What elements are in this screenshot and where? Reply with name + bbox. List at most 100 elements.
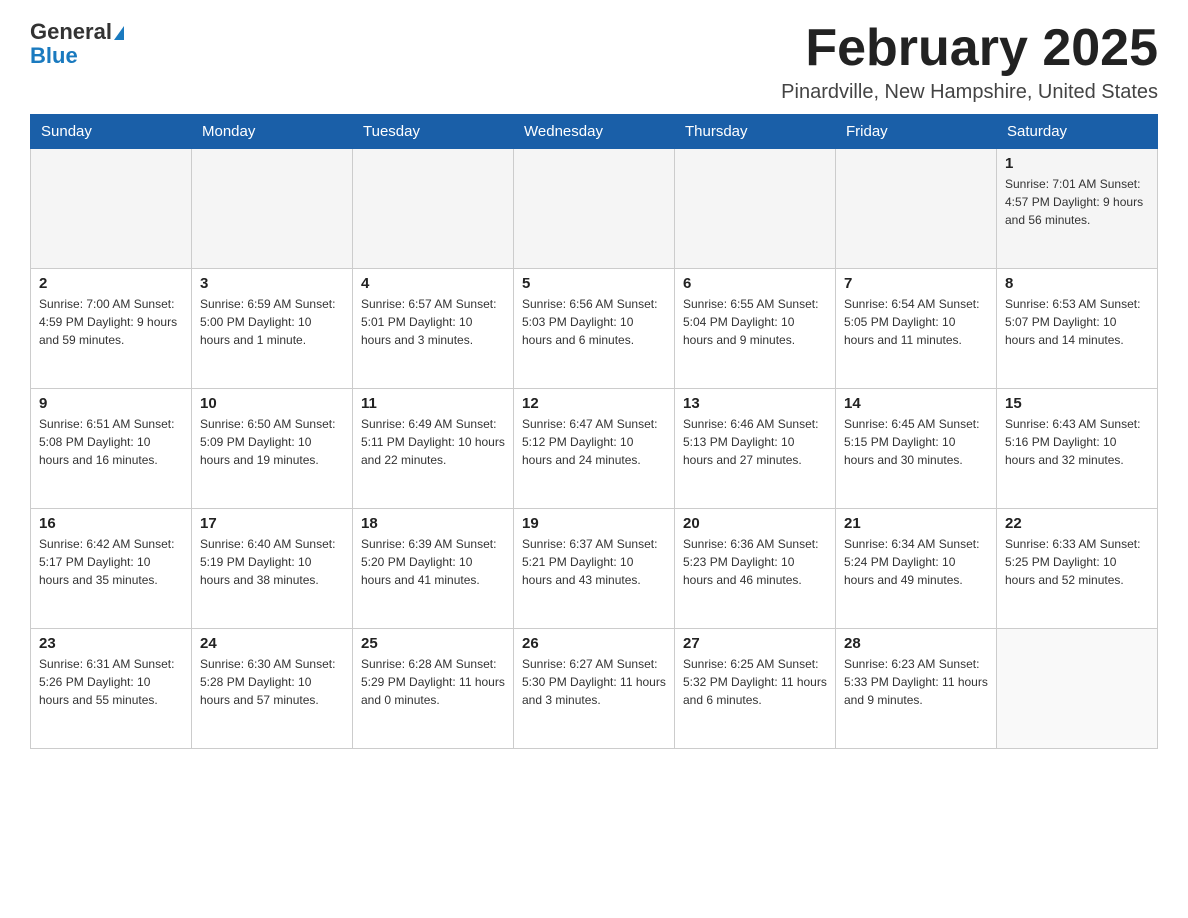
day-info: Sunrise: 6:23 AM Sunset: 5:33 PM Dayligh… (844, 655, 988, 709)
calendar-cell: 6 Sunrise: 6:55 AM Sunset: 5:04 PM Daylig… (675, 269, 836, 389)
calendar-cell: 5 Sunrise: 6:56 AM Sunset: 5:03 PM Daylig… (514, 269, 675, 389)
day-info: Sunrise: 6:42 AM Sunset: 5:17 PM Dayligh… (39, 535, 183, 589)
day-number: 7 (844, 275, 988, 292)
day-number: 21 (844, 515, 988, 532)
day-number: 6 (683, 275, 827, 292)
page-header: General Blue February 2025 Pinardville, … (30, 20, 1158, 104)
calendar-cell (836, 149, 997, 269)
day-number: 11 (361, 395, 505, 412)
day-info: Sunrise: 6:47 AM Sunset: 5:12 PM Dayligh… (522, 415, 666, 469)
day-info: Sunrise: 6:45 AM Sunset: 5:15 PM Dayligh… (844, 415, 988, 469)
calendar-cell: 18Sunrise: 6:39 AM Sunset: 5:20 PM Dayli… (353, 509, 514, 629)
day-info: Sunrise: 6:34 AM Sunset: 5:24 PM Dayligh… (844, 535, 988, 589)
calendar-cell: 20 Sunrise: 6:36 AM Sunset: 5:23 PM Dayli… (675, 509, 836, 629)
day-number: 12 (522, 395, 666, 412)
calendar-header-wednesday: Wednesday (514, 115, 675, 149)
day-info: Sunrise: 7:01 AM Sunset: 4:57 PM Dayligh… (1005, 175, 1149, 229)
day-info: Sunrise: 6:54 AM Sunset: 5:05 PM Dayligh… (844, 295, 988, 349)
day-number: 22 (1005, 515, 1149, 532)
day-info: Sunrise: 6:43 AM Sunset: 5:16 PM Dayligh… (1005, 415, 1149, 469)
day-number: 20 (683, 515, 827, 532)
month-title: February 2025 (781, 20, 1158, 77)
calendar-cell: 2Sunrise: 7:00 AM Sunset: 4:59 PM Daylig… (31, 269, 192, 389)
calendar-cell: 12 Sunrise: 6:47 AM Sunset: 5:12 PM Dayli… (514, 389, 675, 509)
day-number: 23 (39, 635, 183, 652)
calendar-cell (514, 149, 675, 269)
day-info: Sunrise: 6:56 AM Sunset: 5:03 PM Dayligh… (522, 295, 666, 349)
logo-triangle-icon (114, 26, 124, 40)
calendar-cell (353, 149, 514, 269)
day-number: 15 (1005, 395, 1149, 412)
day-number: 14 (844, 395, 988, 412)
logo-blue-text: Blue (30, 44, 124, 68)
day-number: 28 (844, 635, 988, 652)
title-block: February 2025 Pinardville, New Hampshire… (781, 20, 1158, 104)
day-number: 24 (200, 635, 344, 652)
calendar-header-row: SundayMondayTuesdayWednesdayThursdayFrid… (31, 115, 1158, 149)
calendar-cell: 9 Sunrise: 6:51 AM Sunset: 5:08 PM Daylig… (31, 389, 192, 509)
calendar-cell: 11Sunrise: 6:49 AM Sunset: 5:11 PM Dayli… (353, 389, 514, 509)
calendar-cell: 24 Sunrise: 6:30 AM Sunset: 5:28 PM Dayli… (192, 629, 353, 749)
day-number: 4 (361, 275, 505, 292)
day-number: 8 (1005, 275, 1149, 292)
day-number: 26 (522, 635, 666, 652)
calendar-cell: 26 Sunrise: 6:27 AM Sunset: 5:30 PM Dayli… (514, 629, 675, 749)
calendar-cell: 25 Sunrise: 6:28 AM Sunset: 5:29 PM Dayli… (353, 629, 514, 749)
day-number: 27 (683, 635, 827, 652)
day-info: Sunrise: 6:50 AM Sunset: 5:09 PM Dayligh… (200, 415, 344, 469)
calendar-cell: 19Sunrise: 6:37 AM Sunset: 5:21 PM Dayli… (514, 509, 675, 629)
calendar-cell: 15 Sunrise: 6:43 AM Sunset: 5:16 PM Dayli… (997, 389, 1158, 509)
day-number: 17 (200, 515, 344, 532)
calendar-header-thursday: Thursday (675, 115, 836, 149)
calendar-cell: 14 Sunrise: 6:45 AM Sunset: 5:15 PM Dayli… (836, 389, 997, 509)
day-info: Sunrise: 6:59 AM Sunset: 5:00 PM Dayligh… (200, 295, 344, 349)
day-info: Sunrise: 6:51 AM Sunset: 5:08 PM Dayligh… (39, 415, 183, 469)
day-number: 16 (39, 515, 183, 532)
calendar-header-tuesday: Tuesday (353, 115, 514, 149)
calendar-cell: 8 Sunrise: 6:53 AM Sunset: 5:07 PM Daylig… (997, 269, 1158, 389)
calendar-cell: 27 Sunrise: 6:25 AM Sunset: 5:32 PM Dayli… (675, 629, 836, 749)
calendar-week-row: 1 Sunrise: 7:01 AM Sunset: 4:57 PM Daylig… (31, 149, 1158, 269)
calendar-cell: 1 Sunrise: 7:01 AM Sunset: 4:57 PM Daylig… (997, 149, 1158, 269)
calendar-week-row: 16 Sunrise: 6:42 AM Sunset: 5:17 PM Dayli… (31, 509, 1158, 629)
calendar-cell: 22 Sunrise: 6:33 AM Sunset: 5:25 PM Dayli… (997, 509, 1158, 629)
day-number: 13 (683, 395, 827, 412)
day-info: Sunrise: 6:37 AM Sunset: 5:21 PM Dayligh… (522, 535, 666, 589)
calendar-week-row: 9 Sunrise: 6:51 AM Sunset: 5:08 PM Daylig… (31, 389, 1158, 509)
day-info: Sunrise: 6:53 AM Sunset: 5:07 PM Dayligh… (1005, 295, 1149, 349)
day-number: 10 (200, 395, 344, 412)
day-info: Sunrise: 6:39 AM Sunset: 5:20 PM Dayligh… (361, 535, 505, 589)
calendar-cell: 28 Sunrise: 6:23 AM Sunset: 5:33 PM Dayli… (836, 629, 997, 749)
calendar-cell: 23 Sunrise: 6:31 AM Sunset: 5:26 PM Dayli… (31, 629, 192, 749)
day-number: 9 (39, 395, 183, 412)
logo-general-text: General (30, 19, 112, 44)
logo: General Blue (30, 20, 124, 68)
day-number: 1 (1005, 155, 1149, 172)
calendar-cell: 13Sunrise: 6:46 AM Sunset: 5:13 PM Dayli… (675, 389, 836, 509)
day-number: 5 (522, 275, 666, 292)
day-info: Sunrise: 6:30 AM Sunset: 5:28 PM Dayligh… (200, 655, 344, 709)
day-number: 25 (361, 635, 505, 652)
day-info: Sunrise: 6:36 AM Sunset: 5:23 PM Dayligh… (683, 535, 827, 589)
calendar-cell (31, 149, 192, 269)
calendar-header-saturday: Saturday (997, 115, 1158, 149)
location-subtitle: Pinardville, New Hampshire, United State… (781, 81, 1158, 104)
calendar-table: SundayMondayTuesdayWednesdayThursdayFrid… (30, 114, 1158, 749)
day-info: Sunrise: 6:57 AM Sunset: 5:01 PM Dayligh… (361, 295, 505, 349)
calendar-week-row: 23 Sunrise: 6:31 AM Sunset: 5:26 PM Dayli… (31, 629, 1158, 749)
day-info: Sunrise: 6:28 AM Sunset: 5:29 PM Dayligh… (361, 655, 505, 709)
day-info: Sunrise: 6:25 AM Sunset: 5:32 PM Dayligh… (683, 655, 827, 709)
day-info: Sunrise: 6:31 AM Sunset: 5:26 PM Dayligh… (39, 655, 183, 709)
day-number: 2 (39, 275, 183, 292)
day-info: Sunrise: 6:55 AM Sunset: 5:04 PM Dayligh… (683, 295, 827, 349)
calendar-cell: 21 Sunrise: 6:34 AM Sunset: 5:24 PM Dayli… (836, 509, 997, 629)
calendar-cell: 17 Sunrise: 6:40 AM Sunset: 5:19 PM Dayli… (192, 509, 353, 629)
calendar-cell: 7 Sunrise: 6:54 AM Sunset: 5:05 PM Daylig… (836, 269, 997, 389)
day-info: Sunrise: 6:33 AM Sunset: 5:25 PM Dayligh… (1005, 535, 1149, 589)
day-info: Sunrise: 6:40 AM Sunset: 5:19 PM Dayligh… (200, 535, 344, 589)
calendar-cell: 3Sunrise: 6:59 AM Sunset: 5:00 PM Daylig… (192, 269, 353, 389)
calendar-cell: 4 Sunrise: 6:57 AM Sunset: 5:01 PM Daylig… (353, 269, 514, 389)
calendar-header-friday: Friday (836, 115, 997, 149)
day-info: Sunrise: 6:27 AM Sunset: 5:30 PM Dayligh… (522, 655, 666, 709)
calendar-cell (997, 629, 1158, 749)
